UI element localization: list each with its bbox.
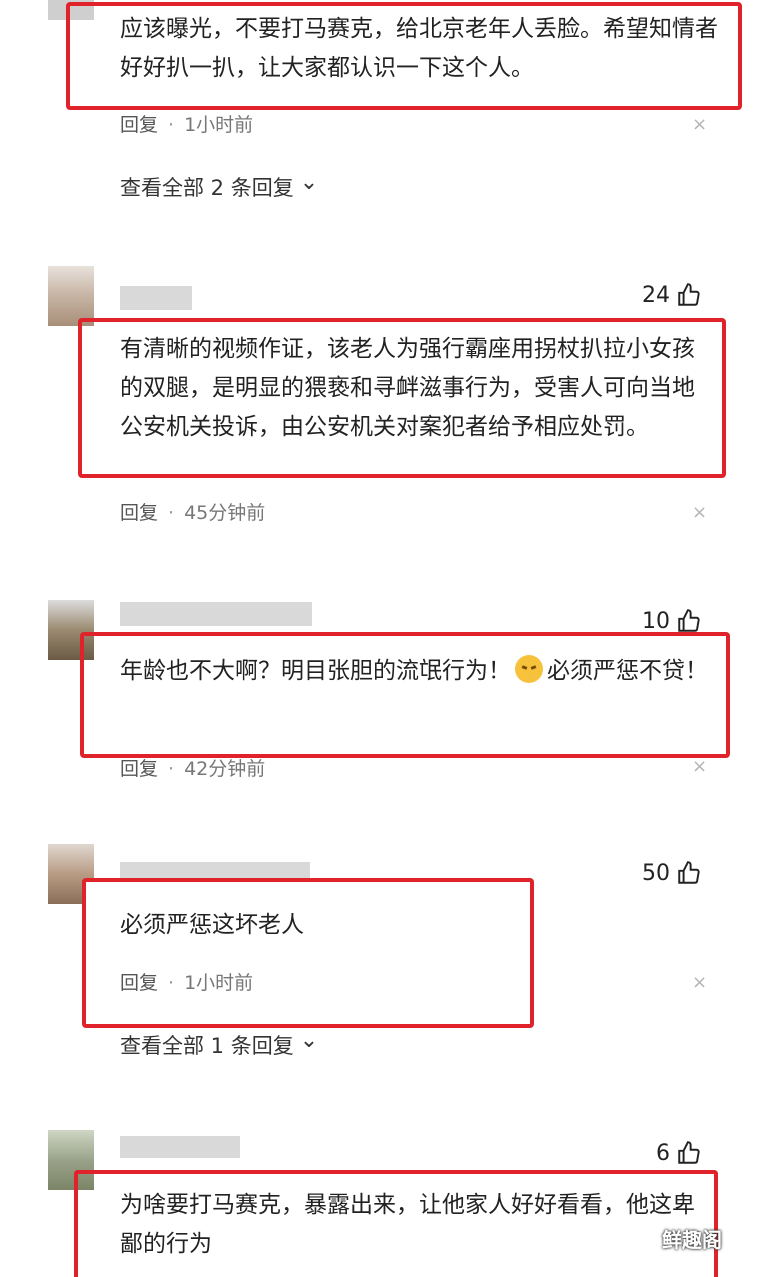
username[interactable] [120, 1136, 240, 1158]
close-icon[interactable]: × [692, 756, 707, 777]
username[interactable] [120, 286, 192, 310]
thumbs-up-icon [678, 1141, 700, 1164]
avatar[interactable] [48, 266, 94, 326]
like-counter[interactable]: 10 [642, 608, 702, 634]
close-icon[interactable]: × [692, 972, 707, 993]
separator-dot: · [168, 758, 175, 780]
thumbs-up-icon [678, 283, 700, 306]
comment-1: 应该曝光，不要打马赛克，给北京老年人丢脸。希望知情者好好扒一扒，让大家都认识一下… [0, 0, 760, 250]
comment-5: 6 为啥要打马赛克，暴露出来，让他家人好好看看，他这卑鄙的行为 鲜趣阁 [0, 1124, 760, 1277]
comment-2: 24 有清晰的视频作证，该老人为强行霸座用拐杖扒拉小女孩的双腿，是明显的猥亵和寻… [0, 258, 760, 558]
comment-meta: 回复 · 45分钟前 [120, 498, 265, 525]
view-replies-label: 查看全部 2 条回复 [120, 176, 294, 200]
reply-button[interactable]: 回复 [120, 758, 158, 780]
like-count: 24 [642, 282, 670, 308]
comment-meta: 回复 · 1小时前 [120, 968, 253, 995]
comment-text: 必须严惩这坏老人 [120, 912, 304, 938]
reply-button[interactable]: 回复 [120, 502, 158, 524]
like-count: 50 [642, 860, 670, 886]
thumbs-up-icon [678, 861, 700, 884]
timestamp: 42分钟前 [184, 758, 266, 780]
username[interactable] [120, 602, 312, 626]
separator-dot: · [168, 972, 175, 994]
chevron-down-icon: ⌄ [299, 170, 319, 195]
view-replies-link[interactable]: 查看全部 2 条回复 ⌄ [120, 172, 318, 202]
highlight-box [82, 878, 534, 1028]
separator-dot: · [168, 114, 175, 136]
timestamp: 1小时前 [184, 114, 254, 136]
reply-button[interactable]: 回复 [120, 972, 158, 994]
comment-4: 50 必须严惩这坏老人 回复 · 1小时前 × 查看全部 1 条回复 ⌄ [0, 840, 760, 1080]
comment-text: 应该曝光，不要打马赛克，给北京老年人丢脸。希望知情者好好扒一扒，让大家都认识一下… [120, 16, 718, 81]
thumbs-up-icon [678, 609, 700, 632]
highlight-box [80, 632, 730, 758]
timestamp: 45分钟前 [184, 502, 266, 524]
like-counter[interactable]: 24 [642, 282, 702, 308]
close-icon[interactable]: × [692, 114, 707, 135]
comment-meta: 回复 · 1小时前 [120, 110, 253, 137]
comment-text: 有清晰的视频作证，该老人为强行霸座用拐杖扒拉小女孩的双腿，是明显的猥亵和寻衅滋事… [120, 336, 695, 440]
chevron-down-icon: ⌄ [299, 1028, 319, 1053]
view-replies-label: 查看全部 1 条回复 [120, 1034, 294, 1058]
comment-3: 10 年龄也不大啊？明目张胆的流氓行为！ 必须严惩不贷！ 回复 · 42分钟前 × [0, 590, 760, 790]
like-count: 6 [656, 1140, 670, 1166]
like-count: 10 [642, 608, 670, 634]
comment-meta: 回复 · 42分钟前 [120, 754, 265, 781]
view-replies-link[interactable]: 查看全部 1 条回复 ⌄ [120, 1030, 318, 1060]
separator-dot: · [168, 502, 175, 524]
like-counter[interactable]: 6 [656, 1140, 702, 1166]
close-icon[interactable]: × [692, 502, 707, 523]
reply-button[interactable]: 回复 [120, 114, 158, 136]
watermark: 鲜趣阁 [662, 1228, 722, 1252]
like-counter[interactable]: 50 [642, 860, 702, 886]
comment-text: 为啥要打马赛克，暴露出来，让他家人好好看看，他这卑鄙的行为 [120, 1192, 695, 1257]
timestamp: 1小时前 [184, 972, 254, 994]
